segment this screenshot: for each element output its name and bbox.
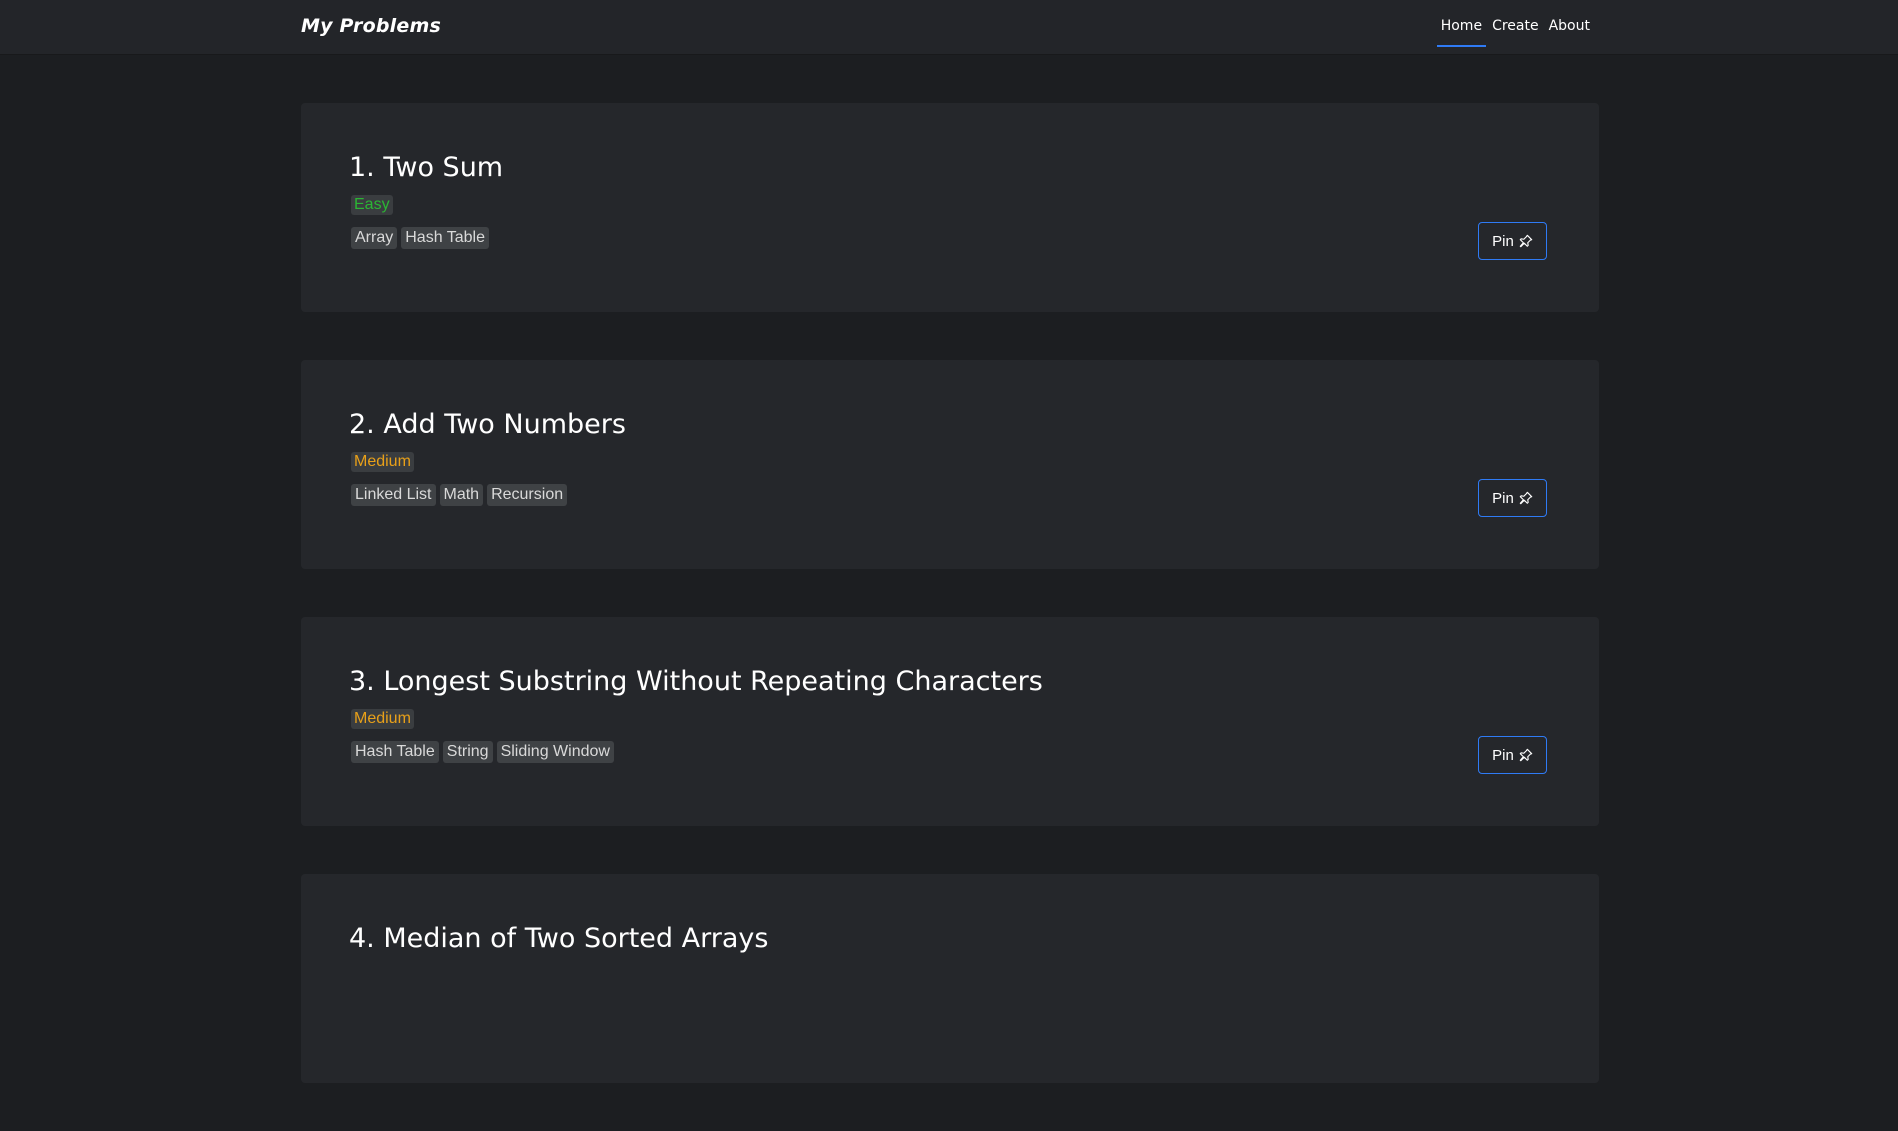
problem-title[interactable]: 2. Add Two Numbers xyxy=(349,409,626,440)
problem-list: 1. Two Sum Easy Array Hash Table Pin 2. … xyxy=(301,103,1599,1131)
pin-icon xyxy=(1519,491,1533,505)
difficulty-badge: Medium xyxy=(351,452,414,472)
tag: Sliding Window xyxy=(496,741,614,763)
tag-list: Linked List Math Recursion xyxy=(351,484,568,506)
problem-title[interactable]: 1. Two Sum xyxy=(349,152,503,183)
tag: Hash Table xyxy=(401,227,489,249)
nav-link-about[interactable]: About xyxy=(1545,7,1594,47)
pin-button[interactable]: Pin xyxy=(1478,222,1547,260)
navbar: My Problems Home Create About xyxy=(0,0,1898,54)
difficulty-badge: Easy xyxy=(351,195,393,215)
pin-button[interactable]: Pin xyxy=(1478,736,1547,774)
problem-card: 1. Two Sum Easy Array Hash Table Pin xyxy=(301,103,1599,312)
problem-title[interactable]: 3. Longest Substring Without Repeating C… xyxy=(349,666,1043,697)
pin-button-label: Pin xyxy=(1492,489,1514,507)
nav-link-home[interactable]: Home xyxy=(1436,7,1487,47)
problem-title[interactable]: 4. Median of Two Sorted Arrays xyxy=(349,923,768,954)
nav-links: Home Create About xyxy=(1435,0,1594,54)
pin-icon xyxy=(1519,234,1533,248)
difficulty-badge: Medium xyxy=(351,709,414,729)
problem-card: 2. Add Two Numbers Medium Linked List Ma… xyxy=(301,360,1599,569)
tag: Math xyxy=(439,484,484,506)
pin-button[interactable]: Pin xyxy=(1478,479,1547,517)
nav-link-create[interactable]: Create xyxy=(1488,7,1543,47)
tag-list: Hash Table String Sliding Window xyxy=(351,741,614,763)
tag: Linked List xyxy=(351,484,436,506)
tag: Recursion xyxy=(487,484,568,506)
problem-card: 3. Longest Substring Without Repeating C… xyxy=(301,617,1599,826)
pin-icon xyxy=(1519,748,1533,762)
pin-button-label: Pin xyxy=(1492,232,1514,250)
tag: String xyxy=(442,741,493,763)
pin-button-label: Pin xyxy=(1492,746,1514,764)
tag: Hash Table xyxy=(351,741,439,763)
brand-logo[interactable]: My Problems xyxy=(301,15,441,37)
tag: Array xyxy=(351,227,398,249)
problem-card: 4. Median of Two Sorted Arrays xyxy=(301,874,1599,1083)
tag-list: Array Hash Table xyxy=(351,227,489,249)
